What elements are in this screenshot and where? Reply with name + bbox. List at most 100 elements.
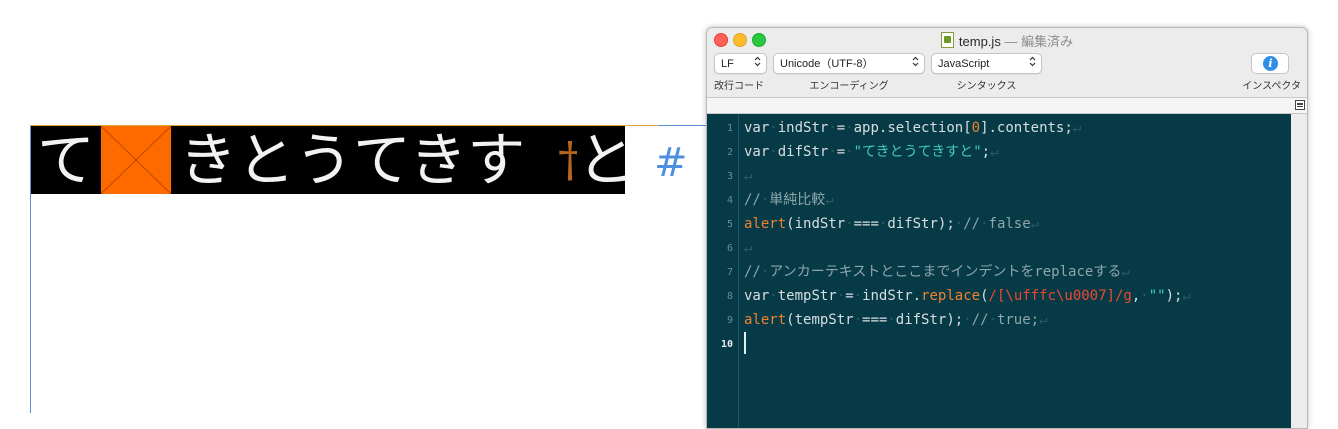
code-editor[interactable]: 1 2 3 4 5 6 7 8 9 10 var·indStr·=·app.selection[0… <box>707 114 1291 428</box>
vertical-scrollbar[interactable] <box>1292 114 1307 428</box>
code-token: 0 <box>971 120 981 136</box>
code-token: replace <box>921 288 981 304</box>
line-number: 1 <box>726 123 733 134</box>
selected-text-body: きとうてきす <box>171 126 571 194</box>
code-token: · <box>845 120 854 136</box>
code-token: ); <box>1165 288 1183 304</box>
encoding-label: エンコーディング <box>809 81 889 92</box>
title-bar[interactable]: temp.js — 編集済み <box>707 28 1307 52</box>
title-separator: — <box>1000 34 1022 49</box>
code-token: tempStr <box>777 288 837 304</box>
code-line: var·difStr·=·"てきとうてきすと";↵ <box>744 140 999 164</box>
code-token: ].contents; <box>980 120 1073 136</box>
selected-char-last: と <box>577 126 636 194</box>
code-token: var <box>744 120 770 136</box>
code-token: ( <box>980 288 989 304</box>
code-token: // <box>963 216 981 232</box>
code-token: アンカーテキストとここまでインデントをreplaceする <box>769 264 1122 280</box>
navigation-bar <box>707 97 1307 114</box>
code-token: indStr. <box>862 288 922 304</box>
line-number: 7 <box>726 267 733 278</box>
line-number: 3 <box>726 171 733 182</box>
code-token: = <box>836 144 846 160</box>
code-token: app.selection[ <box>853 120 972 136</box>
code-line: var·indStr·=·app.selection[0].contents;↵ <box>744 116 1081 140</box>
code-token: ↵ <box>990 144 999 160</box>
code-token: var <box>744 144 770 160</box>
code-token: · <box>980 216 989 232</box>
code-token: = <box>845 288 854 304</box>
code-token: alert <box>744 312 787 328</box>
inspector-button[interactable]: i <box>1251 53 1289 74</box>
code-token: ↵ <box>1121 264 1130 280</box>
code-token: === <box>853 216 879 232</box>
text-caret <box>744 332 746 354</box>
code-line: ↵ <box>744 164 752 188</box>
code-token: // <box>971 312 989 328</box>
window-title: temp.js — 編集済み <box>707 31 1307 50</box>
code-token: ↵ <box>1072 120 1082 136</box>
anchored-object-placeholder[interactable] <box>101 126 171 194</box>
code-token: · <box>828 144 837 160</box>
popup-arrows-icon <box>912 54 919 75</box>
code-token: · <box>769 120 778 136</box>
text-frame-content[interactable]: て きとうてきす † と <box>31 126 636 194</box>
encoding-popup[interactable]: Unicode（UTF-8） <box>773 53 925 74</box>
selected-char-first: て <box>31 126 101 194</box>
editor-window: temp.js — 編集済み LF Unicode（UTF-8） JavaScr… <box>706 27 1308 429</box>
code-token: difStr); <box>887 216 955 232</box>
code-token: · <box>845 216 854 232</box>
code-token: var <box>744 288 770 304</box>
code-token: · <box>954 216 964 232</box>
code-line: //·アンカーテキストとここまでインデントをreplaceする↵ <box>744 260 1130 284</box>
line-number: 5 <box>726 219 733 230</box>
code-token: (tempStr <box>786 312 854 328</box>
code-line: var·tempStr·=·indStr.replace(/[\ufffc\u0… <box>744 284 1191 308</box>
code-token: === <box>862 312 888 328</box>
info-icon: i <box>1263 56 1278 71</box>
code-token: · <box>988 312 997 328</box>
code-token: (indStr <box>786 216 846 232</box>
code-token: ↵ <box>744 240 753 256</box>
code-token: ; <box>981 144 991 160</box>
line-ending-label: 改行コード <box>714 81 764 92</box>
line-number: 10 <box>720 339 733 350</box>
code-token: // <box>744 192 761 208</box>
code-token: "" <box>1148 288 1166 304</box>
code-token: alert <box>744 216 787 232</box>
javascript-file-icon <box>940 32 954 48</box>
code-token: // <box>744 264 761 280</box>
line-number: 8 <box>726 291 733 302</box>
popup-arrows-icon <box>754 54 761 75</box>
line-number: 2 <box>726 147 733 158</box>
code-token: false <box>988 216 1031 232</box>
text-frame-top-edge-overflow <box>658 125 706 126</box>
code-token: ↵ <box>1030 216 1040 232</box>
code-token: · <box>828 120 837 136</box>
line-ending-value: LF <box>721 58 734 70</box>
code-token: · <box>853 288 863 304</box>
code-token: ↵ <box>744 168 753 184</box>
code-line: //·単純比較↵ <box>744 188 834 212</box>
code-token: · <box>1140 288 1149 304</box>
code-token: = <box>836 120 846 136</box>
syntax-popup[interactable]: JavaScript <box>931 53 1042 74</box>
code-token: difStr <box>777 144 829 160</box>
code-token: true; <box>996 312 1040 328</box>
code-token: difStr); <box>895 312 964 328</box>
code-token: · <box>769 144 778 160</box>
split-editor-icon[interactable] <box>1295 100 1305 110</box>
code-line: alert(indStr·===·difStr);·//·false↵ <box>744 212 1039 236</box>
line-number: 9 <box>726 315 733 326</box>
file-name: temp.js <box>958 34 1001 49</box>
anchor-cross-icon <box>101 126 171 194</box>
toolbar: LF Unicode（UTF-8） JavaScript i 改行コード エンコ… <box>707 53 1307 97</box>
code-token: · <box>887 312 896 328</box>
code-token: · <box>836 288 846 304</box>
line-number: 4 <box>726 195 733 206</box>
end-of-story-marker: # <box>654 140 688 186</box>
line-ending-popup[interactable]: LF <box>714 53 767 74</box>
indent-to-here-marker: † <box>558 126 582 194</box>
line-number-gutter: 1 2 3 4 5 6 7 8 9 10 <box>707 114 739 428</box>
syntax-label: シンタックス <box>956 81 1017 92</box>
